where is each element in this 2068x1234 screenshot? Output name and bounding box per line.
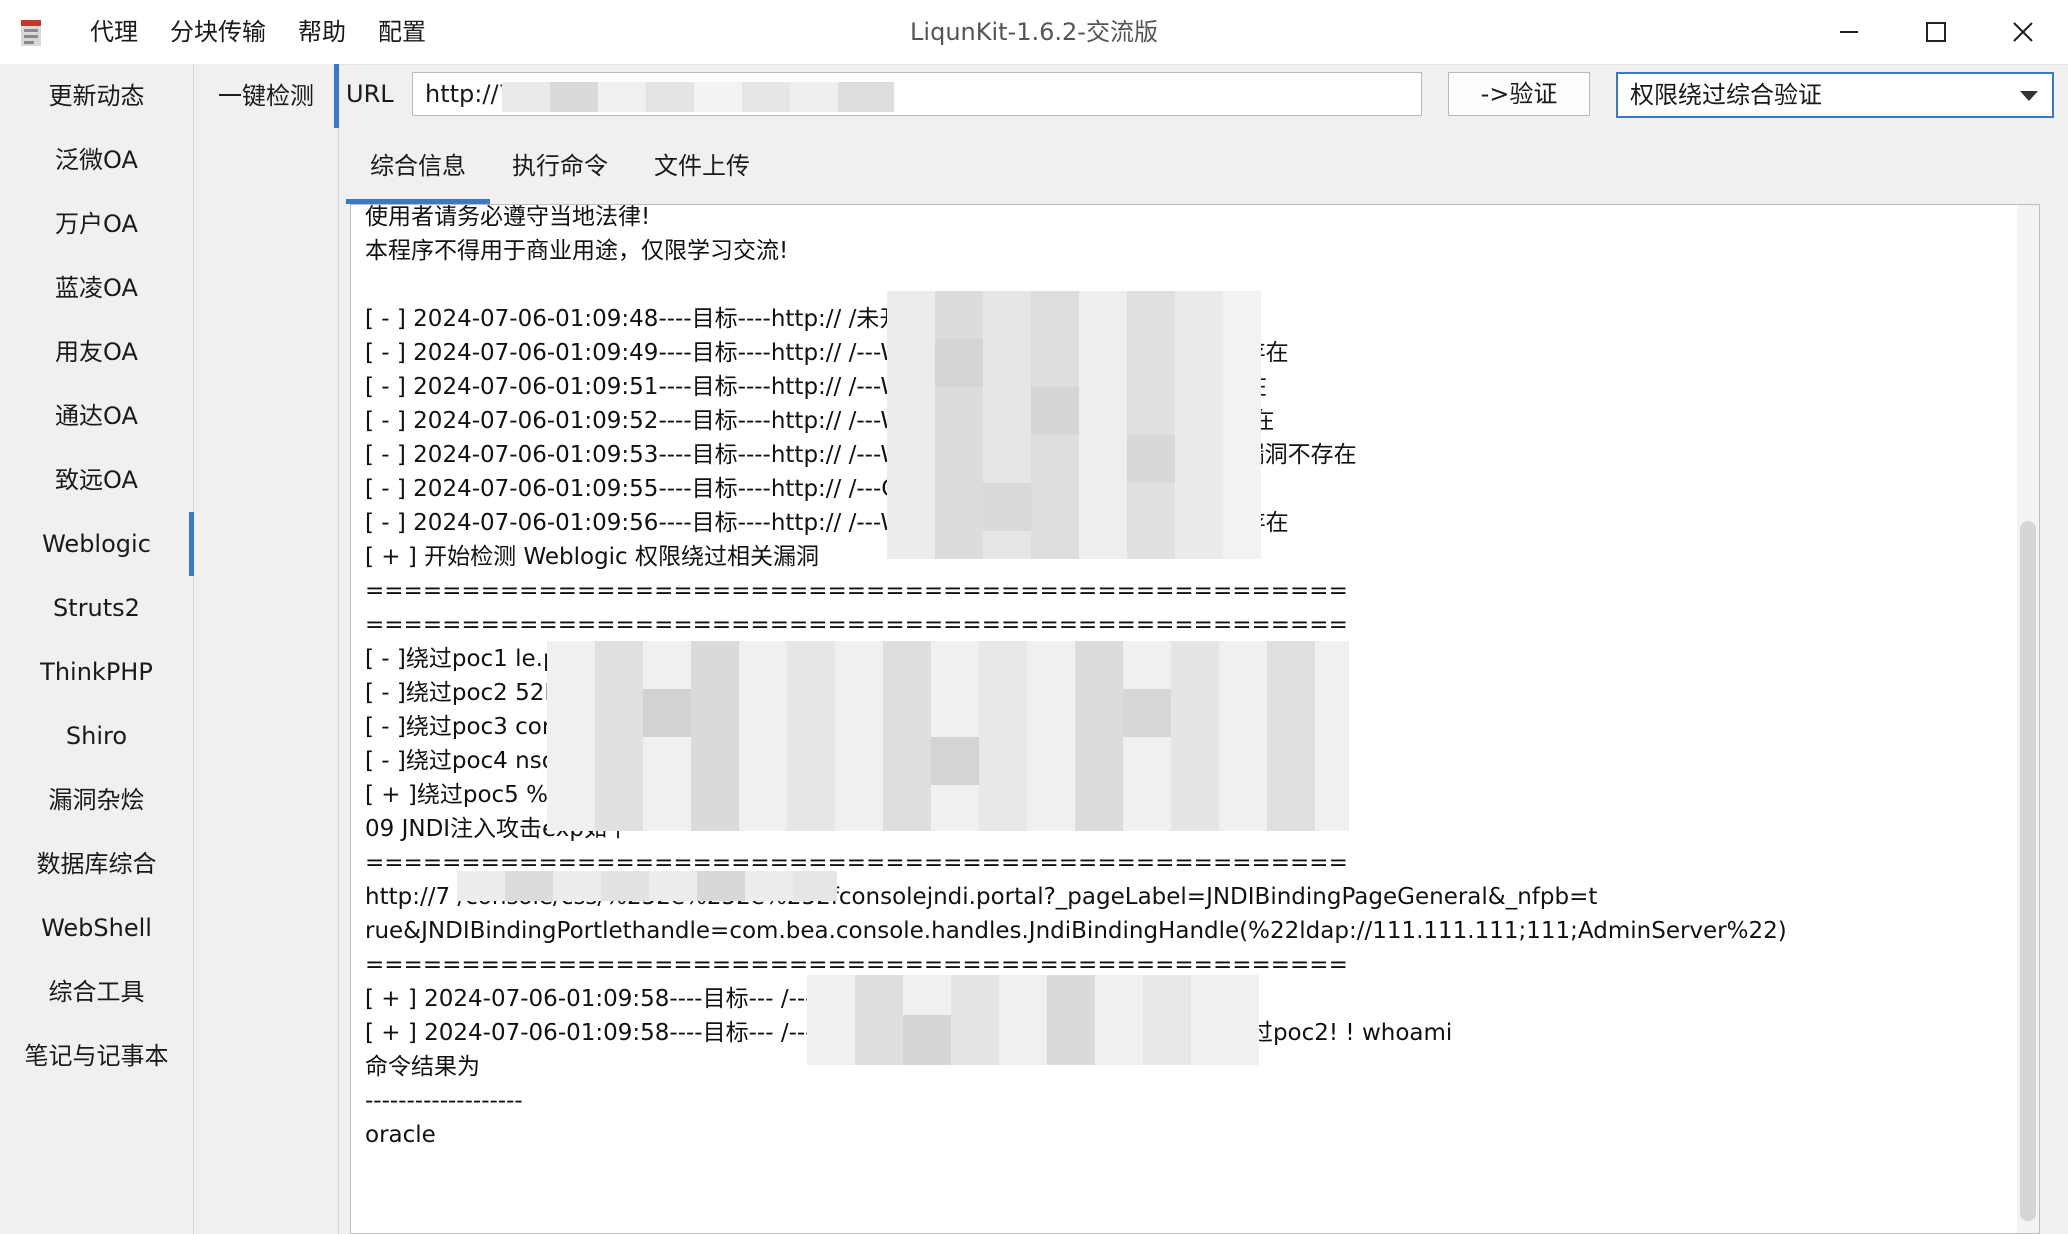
- sidebar-item-zhiyuan-oa[interactable]: 致远OA: [0, 448, 193, 512]
- minimize-icon[interactable]: [1806, 0, 1892, 64]
- subnav-item-one-click-check[interactable]: 一键检测: [194, 64, 339, 128]
- close-icon[interactable]: [1980, 0, 2066, 64]
- sidebar-item-thinkphp[interactable]: ThinkPHP: [0, 640, 193, 704]
- url-redaction: [502, 82, 894, 112]
- tab-execute-command[interactable]: 执行命令: [488, 140, 632, 200]
- sidebar-item-misc-vulns[interactable]: 漏洞杂烩: [0, 768, 193, 832]
- sidebar-item-wanhu-oa[interactable]: 万户OA: [0, 192, 193, 256]
- sidebar-item-tools[interactable]: 综合工具: [0, 960, 193, 1024]
- mode-select[interactable]: 权限绕过综合验证: [1616, 72, 2054, 118]
- scrollbar-thumb[interactable]: [2020, 521, 2036, 1221]
- subnav: 一键检测: [194, 64, 339, 1234]
- redaction-block: [887, 291, 1261, 559]
- sidebar-item-lanling-oa[interactable]: 蓝凌OA: [0, 256, 193, 320]
- log-output[interactable]: 使用者请务必遵守当地法律! 本程序不得用于商业用途，仅限学习交流![ - ] 20…: [350, 204, 2040, 1234]
- app-icon: [20, 16, 42, 48]
- scrollbar[interactable]: [2017, 205, 2039, 1233]
- menu-chunked-transfer[interactable]: 分块传输: [158, 0, 278, 64]
- sidebar-item-webshell[interactable]: WebShell: [0, 896, 193, 960]
- verify-button[interactable]: ->验证: [1448, 72, 1590, 116]
- tab-bar: 综合信息 执行命令 文件上传: [346, 140, 774, 204]
- log-line: oracle: [365, 1122, 436, 1148]
- log-line: ========================================…: [365, 612, 1348, 638]
- sidebar: 更新动态 泛微OA 万户OA 蓝凌OA 用友OA 通达OA 致远OA Weblo…: [0, 64, 194, 1234]
- redaction-block: [807, 975, 1259, 1065]
- mode-select-value: 权限绕过综合验证: [1630, 81, 1822, 109]
- maximize-icon[interactable]: [1893, 0, 1979, 64]
- sidebar-item-tongda-oa[interactable]: 通达OA: [0, 384, 193, 448]
- menu-bar: 代理 分块传输 帮助 配置: [78, 0, 446, 64]
- log-line: 本程序不得用于商业用途，仅限学习交流!: [365, 238, 789, 264]
- sidebar-item-fanwei-oa[interactable]: 泛微OA: [0, 128, 193, 192]
- menu-proxy[interactable]: 代理: [78, 0, 150, 64]
- sidebar-item-updates[interactable]: 更新动态: [0, 64, 193, 128]
- url-label: URL: [346, 80, 394, 108]
- log-line: 使用者请务必遵守当地法律!: [365, 204, 651, 230]
- sidebar-item-struts2[interactable]: Struts2: [0, 576, 193, 640]
- redaction-block: [457, 871, 837, 901]
- redaction-block: [547, 641, 1349, 831]
- sidebar-item-database[interactable]: 数据库综合: [0, 832, 193, 896]
- sidebar-item-weblogic[interactable]: Weblogic: [0, 512, 194, 576]
- menu-help[interactable]: 帮助: [286, 0, 358, 64]
- sidebar-item-yonyou-oa[interactable]: 用友OA: [0, 320, 193, 384]
- log-line: rue&JNDIBindingPortlethandle=com.bea.con…: [365, 918, 1787, 944]
- log-line: -------------------: [365, 1088, 523, 1114]
- sidebar-item-shiro[interactable]: Shiro: [0, 704, 193, 768]
- tab-overview[interactable]: 综合信息: [346, 140, 490, 204]
- chevron-down-icon: [2020, 91, 2038, 101]
- sidebar-item-notes[interactable]: 笔记与记事本: [0, 1024, 193, 1088]
- tab-file-upload[interactable]: 文件上传: [630, 140, 774, 200]
- menu-config[interactable]: 配置: [366, 0, 438, 64]
- title-bar: 代理 分块传输 帮助 配置 LiqunKit-1.6.2-交流版: [0, 0, 2068, 65]
- log-line: ========================================…: [365, 578, 1348, 604]
